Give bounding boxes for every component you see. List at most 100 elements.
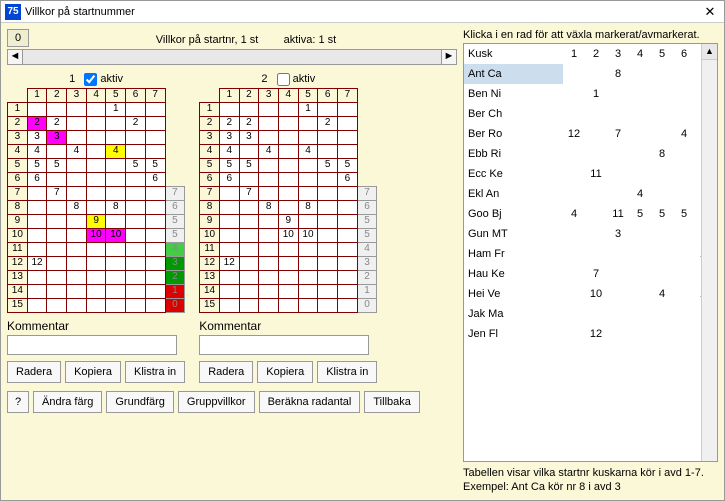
grid-cell[interactable]: 6 bbox=[219, 172, 239, 186]
grid-cell[interactable] bbox=[86, 158, 106, 172]
grid-cell[interactable] bbox=[47, 270, 67, 284]
grid-cell[interactable] bbox=[126, 186, 146, 200]
grid-cell[interactable] bbox=[259, 172, 279, 186]
grid-cell[interactable] bbox=[338, 200, 358, 214]
grid-cell[interactable]: 5 bbox=[338, 158, 358, 172]
grid-cell[interactable] bbox=[239, 102, 259, 116]
grid-cell[interactable] bbox=[145, 298, 165, 312]
grid-cell[interactable] bbox=[126, 214, 146, 228]
grid-cell[interactable]: 12 bbox=[219, 256, 239, 270]
grid-cell[interactable] bbox=[278, 186, 298, 200]
grid-cell[interactable] bbox=[338, 130, 358, 144]
grid-cell[interactable] bbox=[298, 256, 318, 270]
grid-cell[interactable] bbox=[27, 102, 47, 116]
grid-cell[interactable] bbox=[47, 144, 67, 158]
grid-cell[interactable] bbox=[106, 242, 126, 256]
grid-cell[interactable] bbox=[145, 270, 165, 284]
grid-cell[interactable] bbox=[145, 228, 165, 242]
grid-cell[interactable] bbox=[67, 270, 87, 284]
grid-cell[interactable] bbox=[86, 172, 106, 186]
grid-cell[interactable] bbox=[126, 200, 146, 214]
grid-cell[interactable]: 7 bbox=[239, 186, 259, 200]
grid-cell[interactable] bbox=[278, 270, 298, 284]
grid-cell[interactable] bbox=[239, 242, 259, 256]
grid-cell[interactable] bbox=[126, 144, 146, 158]
grid-cell[interactable] bbox=[239, 270, 259, 284]
grid-cell[interactable]: 6 bbox=[145, 172, 165, 186]
grid-cell[interactable]: 4 bbox=[67, 144, 87, 158]
grid-cell[interactable] bbox=[106, 214, 126, 228]
grid-cell[interactable] bbox=[278, 116, 298, 130]
kusk-row[interactable]: Jak Ma1 bbox=[464, 304, 717, 324]
grid-cell[interactable] bbox=[278, 158, 298, 172]
grid-cell[interactable]: 10 bbox=[298, 228, 318, 242]
grid-cell[interactable] bbox=[106, 130, 126, 144]
grid-cell[interactable] bbox=[318, 102, 338, 116]
grid-cell[interactable] bbox=[145, 186, 165, 200]
kusk-row[interactable]: Goo Bj4115556 bbox=[464, 204, 717, 224]
grid-cell[interactable]: 4 bbox=[106, 144, 126, 158]
grid-cell[interactable]: 5 bbox=[239, 158, 259, 172]
grid-cell[interactable] bbox=[278, 102, 298, 116]
grid-cell[interactable] bbox=[219, 102, 239, 116]
grid-cell[interactable] bbox=[27, 214, 47, 228]
grid-cell[interactable] bbox=[106, 116, 126, 130]
grid-cell[interactable]: 4 bbox=[219, 144, 239, 158]
kusk-row[interactable]: Jen Fl122 bbox=[464, 324, 717, 344]
grid-cell[interactable] bbox=[259, 242, 279, 256]
grid-cell[interactable]: 5 bbox=[47, 158, 67, 172]
grid-1[interactable]: 1234567112222333444455555666777888699510… bbox=[7, 88, 185, 313]
grid-cell[interactable] bbox=[106, 270, 126, 284]
grid-cell[interactable] bbox=[338, 102, 358, 116]
tillbaka-button[interactable]: Tillbaka bbox=[364, 391, 420, 413]
grid-cell[interactable] bbox=[27, 186, 47, 200]
grid-cell[interactable] bbox=[27, 270, 47, 284]
grid-cell[interactable] bbox=[47, 228, 67, 242]
grid-cell[interactable] bbox=[278, 144, 298, 158]
kopiera-button[interactable]: Kopiera bbox=[257, 361, 313, 383]
grid-cell[interactable] bbox=[338, 116, 358, 130]
grid-cell[interactable] bbox=[86, 200, 106, 214]
grid-cell[interactable] bbox=[86, 270, 106, 284]
grid-cell[interactable] bbox=[106, 158, 126, 172]
grid-cell[interactable] bbox=[145, 116, 165, 130]
radera-button[interactable]: Radera bbox=[199, 361, 253, 383]
kusk-row[interactable]: Ham Fr12 bbox=[464, 244, 717, 264]
grid-cell[interactable] bbox=[338, 186, 358, 200]
grid-cell[interactable]: 5 bbox=[318, 158, 338, 172]
grid-cell[interactable] bbox=[259, 256, 279, 270]
grid-cell[interactable]: 1 bbox=[106, 102, 126, 116]
grid-cell[interactable] bbox=[338, 214, 358, 228]
grundfarg-button[interactable]: Grundfärg bbox=[106, 391, 174, 413]
grid-cell[interactable]: 2 bbox=[239, 116, 259, 130]
grid-cell[interactable] bbox=[86, 130, 106, 144]
grid-cell[interactable] bbox=[298, 158, 318, 172]
grid-cell[interactable] bbox=[86, 144, 106, 158]
grid-cell[interactable] bbox=[318, 172, 338, 186]
grid-cell[interactable] bbox=[298, 116, 318, 130]
grid-cell[interactable] bbox=[239, 200, 259, 214]
grid-cell[interactable] bbox=[126, 228, 146, 242]
grid-cell[interactable] bbox=[47, 172, 67, 186]
grid-cell[interactable] bbox=[318, 270, 338, 284]
scroll-right-icon[interactable]: ► bbox=[441, 49, 457, 65]
grid-cell[interactable] bbox=[219, 228, 239, 242]
grid-cell[interactable] bbox=[298, 270, 318, 284]
gruppvillkor-button[interactable]: Gruppvillkor bbox=[178, 391, 255, 413]
grid-cell[interactable] bbox=[219, 214, 239, 228]
kusk-row[interactable]: Hau Ke7 bbox=[464, 264, 717, 284]
grid-cell[interactable] bbox=[259, 270, 279, 284]
grid-cell[interactable] bbox=[67, 186, 87, 200]
grid-cell[interactable] bbox=[47, 102, 67, 116]
grid-cell[interactable] bbox=[219, 200, 239, 214]
grid-cell[interactable] bbox=[239, 228, 259, 242]
grid-cell[interactable] bbox=[145, 200, 165, 214]
kusk-row[interactable]: Ant Ca8 bbox=[464, 64, 717, 84]
grid-2[interactable]: 1234567112222333444455555666777888699510… bbox=[199, 88, 377, 313]
grid-cell[interactable]: 1 bbox=[298, 102, 318, 116]
grid-cell[interactable]: 8 bbox=[298, 200, 318, 214]
grid-cell[interactable] bbox=[318, 298, 338, 312]
kusk-scrollbar[interactable]: ▲ bbox=[701, 44, 717, 461]
grid-cell[interactable] bbox=[106, 186, 126, 200]
kusk-row[interactable]: Ben Ni1 bbox=[464, 84, 717, 104]
